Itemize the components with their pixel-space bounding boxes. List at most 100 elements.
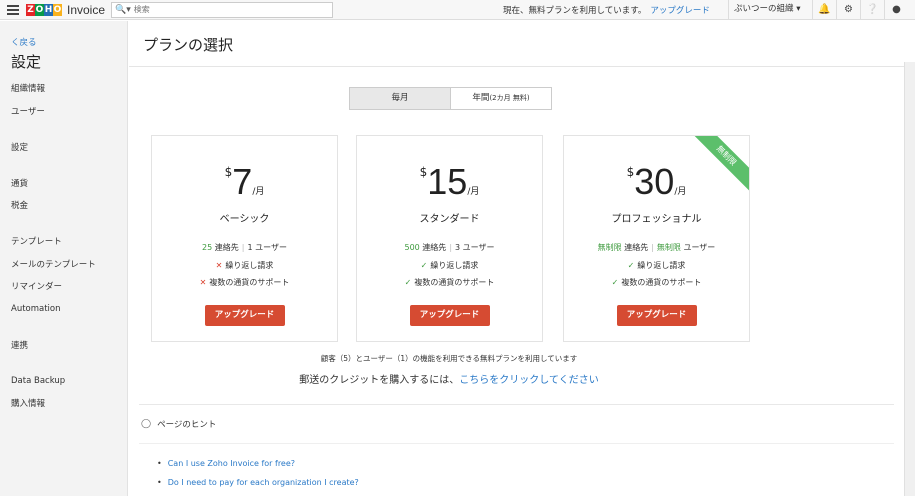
sidebar-item-templates[interactable]: テンプレート <box>11 235 62 247</box>
plan-name: ベーシック <box>219 214 270 225</box>
users-limit: 3 <box>455 243 461 252</box>
divider <box>129 66 904 67</box>
users-label: ユーザー <box>255 243 287 252</box>
contacts-label: 連絡先 <box>624 243 649 252</box>
users-label: ユーザー <box>683 243 716 252</box>
sidebar-item-subscription[interactable]: 購入情報 <box>11 397 45 409</box>
contacts-limit: 無制限 <box>597 243 622 252</box>
postal-credits-text: 郵送のクレジットを購入するには、 <box>299 375 460 386</box>
tab-monthly[interactable]: 毎月 <box>350 88 451 109</box>
sidebar-title: 設定 <box>11 53 42 71</box>
help-icon[interactable]: ❔ <box>860 0 884 19</box>
feature-multicurrency: ✕ 複数の通貨のサポート <box>152 277 337 288</box>
org-switcher[interactable]: ぷいつーの組織 ▾ <box>728 0 800 19</box>
plan-name: スタンダード <box>419 214 480 225</box>
feature-label: 複数の通貨のサポート <box>414 278 495 287</box>
upgrade-button-basic[interactable]: アップグレード <box>204 305 285 326</box>
plan-price: $7/月 <box>152 162 337 202</box>
check-icon: ✓ <box>404 278 412 287</box>
price-value: 15 <box>427 161 468 202</box>
user-icon[interactable]: ● <box>884 0 908 19</box>
contacts-label: 連絡先 <box>422 243 447 252</box>
gear-icon[interactable]: ⚙ <box>836 0 860 19</box>
price-value: 7 <box>232 161 253 202</box>
logo-letter: Z <box>26 3 35 16</box>
main-content: プランの選択 毎月 年間(2カ月 無料) $7/月 ベーシック 25 連絡先 | 1… <box>129 21 904 496</box>
users-limit: 1 <box>247 243 253 252</box>
plan-price: $15/月 <box>357 162 542 202</box>
separator: | <box>449 243 453 252</box>
sidebar-item-organization[interactable]: 組織情報 <box>11 82 45 94</box>
top-bar: Z O H O Invoice 🔍▾ 現在、無料プランを利用しています。アップグ… <box>0 0 915 20</box>
feature-multicurrency: ✓ 複数の通貨のサポート <box>564 277 749 288</box>
upgrade-button-professional[interactable]: アップグレード <box>616 305 697 326</box>
check-icon: ✓ <box>611 278 619 287</box>
cross-icon: ✕ <box>215 261 223 270</box>
logo-letter: O <box>53 3 62 16</box>
sidebar-item-automation[interactable]: Automation <box>11 304 61 314</box>
plan-limits: 500 連絡先 | 3 ユーザー <box>357 242 542 253</box>
tab-yearly-note: (2カ月 無料) <box>489 94 530 102</box>
separator: | <box>241 243 245 252</box>
plan-price: $30/月 <box>564 162 749 202</box>
sidebar-item-data-backup[interactable]: Data Backup <box>11 376 65 386</box>
postal-credits-link[interactable]: こちらをクリックしてください <box>459 375 598 386</box>
hint-link-free-usage[interactable]: Can I use Zoho Invoice for free? <box>157 459 295 468</box>
feature-label: 繰り返し請求 <box>225 261 274 270</box>
plan-status-text: 現在、無料プランを利用しています。 <box>503 6 647 16</box>
sidebar-item-users[interactable]: ユーザー <box>11 105 45 117</box>
plan-limits: 無制限 連絡先 | 無制限 ユーザー <box>564 242 749 253</box>
back-link[interactable]: く戻る <box>11 36 37 48</box>
sidebar-item-reminders[interactable]: リマインダー <box>11 280 62 292</box>
plan-card-basic: $7/月 ベーシック 25 連絡先 | 1 ユーザー ✕ 繰り返し請求 ✕ 複数の通貨の… <box>151 135 338 342</box>
hint-link-org-pricing[interactable]: Do I need to pay for each organization I… <box>157 478 359 487</box>
search-box[interactable]: 🔍▾ <box>111 1 334 18</box>
sidebar-item-email-templates[interactable]: メールのテンプレート <box>11 258 96 270</box>
plan-limits: 25 連絡先 | 1 ユーザー <box>152 242 337 253</box>
postal-credits-note: 郵送のクレジットを購入するには、こちらをクリックしてください <box>129 371 769 386</box>
search-icon[interactable]: 🔍▾ <box>115 5 131 15</box>
page-hints-title: ページのヒント <box>157 420 217 430</box>
page-title: プランの選択 <box>143 36 234 54</box>
feature-recurring: ✕ 繰り返し請求 <box>152 260 337 271</box>
plan-status: 現在、無料プランを利用しています。 アップグレード <box>503 4 710 16</box>
feature-multicurrency: ✓ 複数の通貨のサポート <box>357 277 542 288</box>
price-value: 30 <box>634 161 675 202</box>
settings-sidebar: く戻る 設定 組織情報 ユーザー 設定 通貨 税金 テンプレート メールのテンプ… <box>0 21 128 496</box>
feature-label: 繰り返し請求 <box>637 261 686 270</box>
page-hints-header[interactable]: ◯ ページのヒント <box>141 418 216 430</box>
feature-label: 複数の通貨のサポート <box>621 278 702 287</box>
feature-label: 複数の通貨のサポート <box>209 278 290 287</box>
plan-card-professional: 無制限 $30/月 プロフェッショナル 無制限 連絡先 | 無制限 ユーザー ✓ 繰り… <box>563 135 750 342</box>
feature-label: 繰り返し請求 <box>430 261 479 270</box>
price-period: /月 <box>674 187 687 197</box>
sidebar-item-integrations[interactable]: 連携 <box>11 339 28 351</box>
sidebar-item-preferences[interactable]: 設定 <box>11 141 28 153</box>
users-limit: 無制限 <box>656 243 681 252</box>
app-logo[interactable]: Z O H O Invoice <box>26 3 105 17</box>
billing-toggle: 毎月 年間(2カ月 無料) <box>349 87 552 110</box>
sidebar-item-taxes[interactable]: 税金 <box>11 199 28 211</box>
page-scrollbar[interactable] <box>904 62 915 496</box>
price-period: /月 <box>252 187 265 197</box>
upgrade-link[interactable]: アップグレード <box>650 6 710 16</box>
menu-icon[interactable] <box>0 0 26 20</box>
currency-symbol: $ <box>626 165 635 179</box>
price-period: /月 <box>467 187 480 197</box>
sidebar-item-currencies[interactable]: 通貨 <box>11 177 28 189</box>
check-icon: ✓ <box>627 261 635 270</box>
upgrade-button-standard[interactable]: アップグレード <box>409 305 490 326</box>
app-name: Invoice <box>67 2 106 17</box>
currency-symbol: $ <box>224 165 233 179</box>
search-input[interactable] <box>133 5 314 14</box>
contacts-limit: 25 <box>202 243 213 252</box>
tab-yearly[interactable]: 年間(2カ月 無料) <box>451 88 551 109</box>
plan-card-standard: $15/月 スタンダード 500 連絡先 | 3 ユーザー ✓ 繰り返し請求 ✓ 複数の… <box>356 135 543 342</box>
contacts-limit: 500 <box>404 243 420 252</box>
feature-recurring: ✓ 繰り返し請求 <box>564 260 749 271</box>
contacts-label: 連絡先 <box>214 243 239 252</box>
free-plan-note: 顧客（5）とユーザー（1）の機能を利用できる無料プランを利用しています <box>320 354 578 363</box>
divider <box>139 404 894 405</box>
notifications-icon[interactable]: 🔔 <box>812 0 836 19</box>
tab-yearly-label: 年間 <box>472 93 490 103</box>
